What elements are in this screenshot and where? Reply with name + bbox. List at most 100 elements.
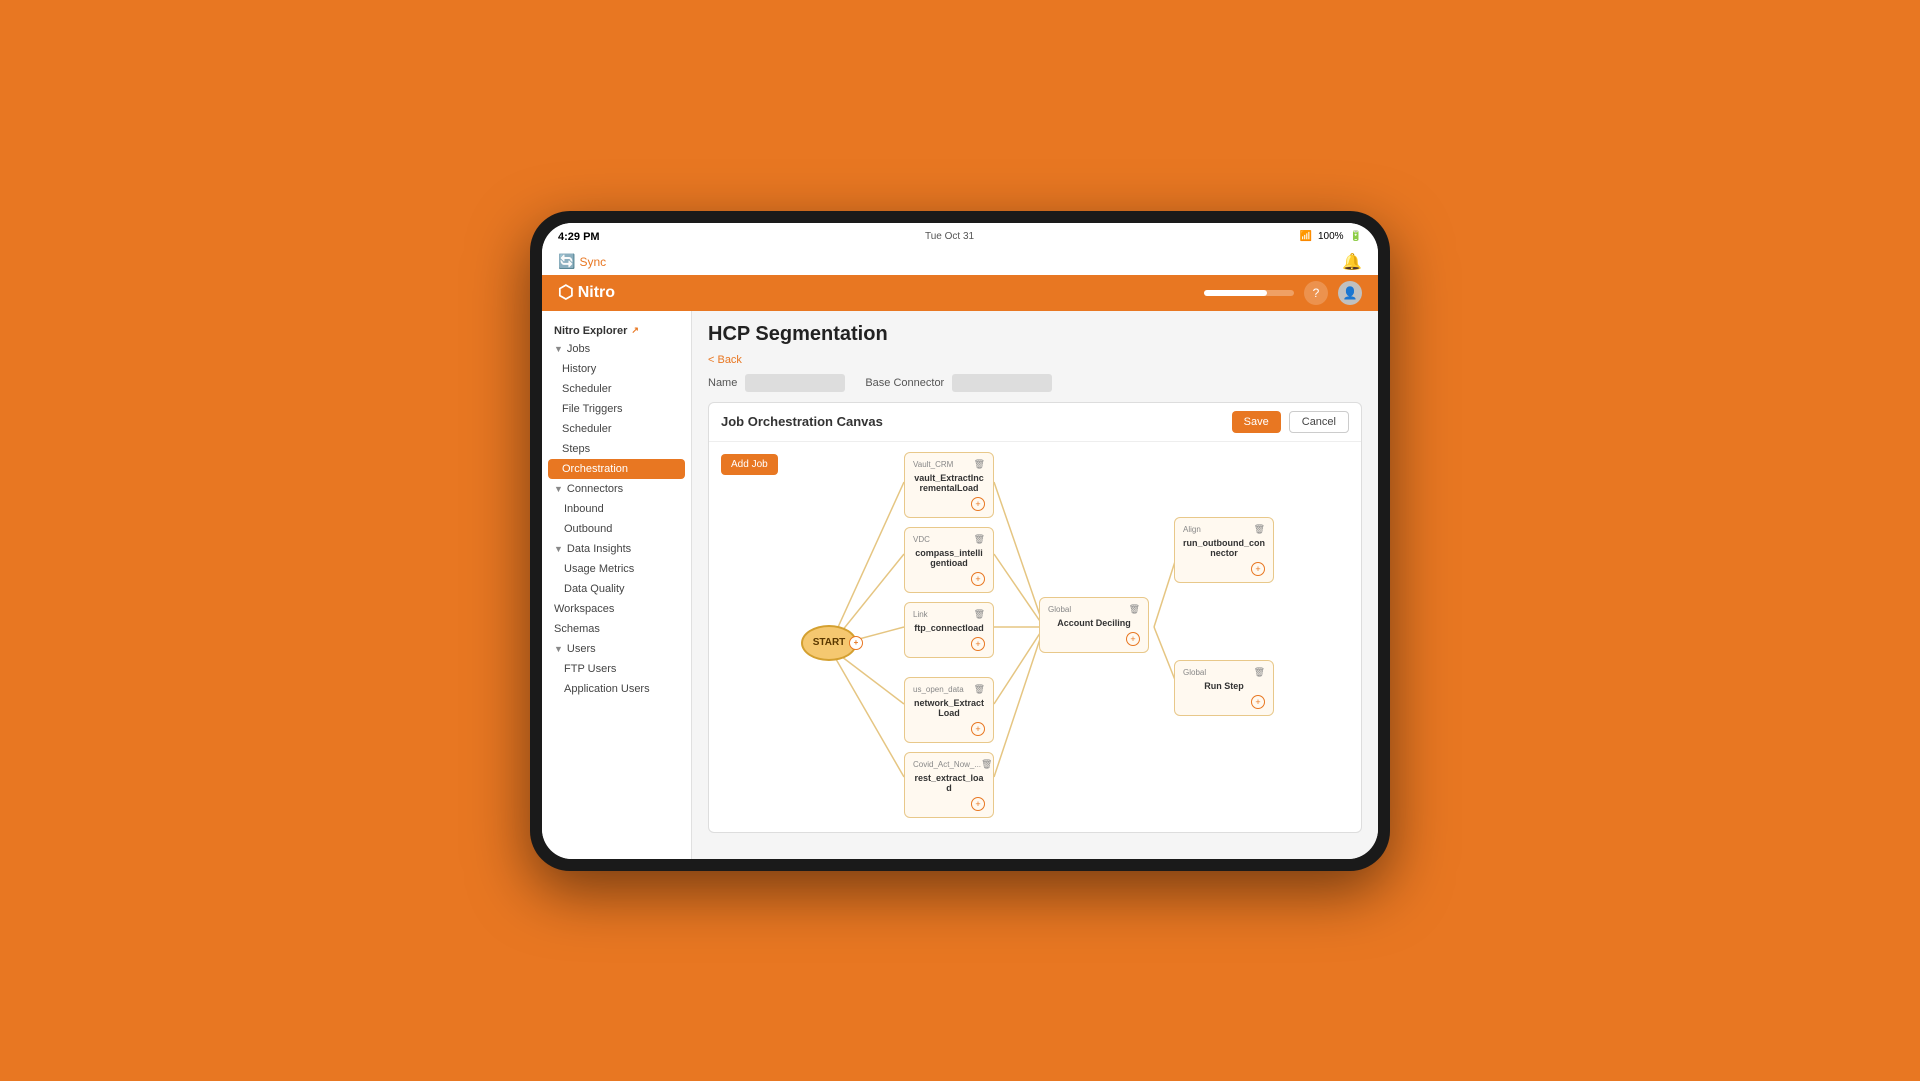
top-nav: ⬡ Nitro ? 👤 xyxy=(542,275,1378,311)
delete-us-open-icon[interactable]: 🗑 xyxy=(974,684,985,695)
bell-icon[interactable]: 🔔 xyxy=(1342,252,1362,272)
external-link-icon: ↗ xyxy=(631,325,639,336)
node-us-open-name: network_ExtractLoad xyxy=(913,698,985,718)
sidebar-item-history[interactable]: History xyxy=(542,359,691,379)
cancel-button[interactable]: Cancel xyxy=(1289,411,1349,433)
node-us-open-add[interactable]: + xyxy=(971,722,985,736)
name-label: Name xyxy=(708,377,737,389)
name-input[interactable] xyxy=(745,374,845,392)
node-vault-header: Vault_CRM 🗑 xyxy=(913,459,985,470)
node-vault: Vault_CRM 🗑 vault_ExtractIncremental​Loa… xyxy=(904,452,994,518)
node-covid-name: rest_extract_load xyxy=(913,773,985,793)
connector-field: Base Connector xyxy=(865,374,1052,392)
chevron-down-icon: ▼ xyxy=(554,344,563,354)
node-link: Link 🗑 ftp_connectload + xyxy=(904,602,994,658)
start-node[interactable]: START + xyxy=(801,625,857,661)
delete-vault-icon[interactable]: 🗑 xyxy=(974,459,985,470)
node-us-open: us_open_data 🗑 network_ExtractLoad + xyxy=(904,677,994,743)
sidebar-category-users[interactable]: ▼ Users xyxy=(542,639,691,659)
node-vdc-name: compass_intelligentioad xyxy=(913,548,985,568)
node-link-name: ftp_connectload xyxy=(913,623,985,633)
sidebar-item-file-triggers[interactable]: File Triggers xyxy=(542,399,691,419)
node-align-header: Align 🗑 xyxy=(1183,524,1265,535)
back-link[interactable]: < Back xyxy=(708,354,742,366)
chevron-down-icon-data-insights: ▼ xyxy=(554,544,563,554)
node-vdc-add[interactable]: + xyxy=(971,572,985,586)
sidebar-item-scheduler2[interactable]: Scheduler xyxy=(542,419,691,439)
node-covid-header: Covid_Act_Now_... 🗑 xyxy=(913,759,985,770)
help-icon[interactable]: ? xyxy=(1304,281,1328,305)
sync-icon: 🔄 xyxy=(558,253,575,270)
node-vault-name: vault_ExtractIncremental​Load xyxy=(913,473,985,493)
battery-label: 100% xyxy=(1318,231,1344,242)
sidebar-item-schemas[interactable]: Schemas xyxy=(542,619,691,639)
progress-bar xyxy=(1204,290,1294,296)
sidebar-category-data-insights[interactable]: ▼ Data Insights xyxy=(542,539,691,559)
status-right: 📶 100% 🔋 xyxy=(1300,231,1362,242)
node-align-label: Align xyxy=(1183,525,1201,534)
brand-logo: ⬡ Nitro xyxy=(558,282,615,303)
status-time: 4:29 PM xyxy=(558,231,600,243)
sync-label[interactable]: 🔄 Sync xyxy=(558,253,606,270)
user-avatar[interactable]: 👤 xyxy=(1338,281,1362,305)
sidebar-item-outbound[interactable]: Outbound xyxy=(542,519,691,539)
node-covid-source: Covid_Act_Now_... xyxy=(913,760,981,769)
node-link-header: Link 🗑 xyxy=(913,609,985,620)
status-bar: 4:29 PM Tue Oct 31 📶 100% 🔋 xyxy=(542,223,1378,251)
delete-link-icon[interactable]: 🗑 xyxy=(974,609,985,620)
main-area: Nitro Explorer ↗ ▼ Jobs History Schedule… xyxy=(542,311,1378,859)
canvas-actions: Save Cancel xyxy=(1232,411,1349,433)
node-vault-add[interactable]: + xyxy=(971,497,985,511)
name-field: Name xyxy=(708,374,845,392)
node-align-add[interactable]: + xyxy=(1251,562,1265,576)
sidebar-item-scheduler1[interactable]: Scheduler xyxy=(542,379,691,399)
sidebar-item-workspaces[interactable]: Workspaces xyxy=(542,599,691,619)
delete-covid-icon[interactable]: 🗑 xyxy=(981,759,992,770)
content-area: HCP Segmentation < Back Name Base Connec… xyxy=(692,311,1378,859)
node-us-open-header: us_open_data 🗑 xyxy=(913,684,985,695)
node-align: Align 🗑 run_outbound_connector + xyxy=(1174,517,1274,583)
sidebar-item-steps[interactable]: Steps xyxy=(542,439,691,459)
progress-bar-fill xyxy=(1204,290,1267,296)
delete-align-icon[interactable]: 🗑 xyxy=(1254,524,1265,535)
node-covid: Covid_Act_Now_... 🗑 rest_extract_load + xyxy=(904,752,994,818)
save-button[interactable]: Save xyxy=(1232,411,1281,433)
node-account-deciling: Global 🗑 Account Deciling + xyxy=(1039,597,1149,653)
sidebar-item-orchestration[interactable]: Orchestration xyxy=(548,459,685,479)
connector-input[interactable] xyxy=(952,374,1052,392)
sidebar-item-data-quality[interactable]: Data Quality xyxy=(542,579,691,599)
brand-name: Nitro xyxy=(578,284,615,302)
nitro-v-icon: ⬡ xyxy=(558,282,574,303)
delete-runstep-icon[interactable]: 🗑 xyxy=(1254,667,1265,678)
sidebar-item-usage-metrics[interactable]: Usage Metrics xyxy=(542,559,691,579)
node-vault-source: Vault_CRM xyxy=(913,460,953,469)
node-runstep-add[interactable]: + xyxy=(1251,695,1265,709)
sidebar-category-connectors[interactable]: ▼ Connectors xyxy=(542,479,691,499)
form-row: Name Base Connector xyxy=(708,374,1362,392)
node-us-open-source: us_open_data xyxy=(913,685,964,694)
add-job-button[interactable]: Add Job xyxy=(721,454,778,475)
chevron-down-icon-users: ▼ xyxy=(554,644,563,654)
node-global-header: Global 🗑 xyxy=(1048,604,1140,615)
user-icon: 👤 xyxy=(1343,286,1358,300)
start-add-icon[interactable]: + xyxy=(849,636,863,650)
sidebar: Nitro Explorer ↗ ▼ Jobs History Schedule… xyxy=(542,311,692,859)
node-global-add[interactable]: + xyxy=(1126,632,1140,646)
sidebar-item-ftp-users[interactable]: FTP Users xyxy=(542,659,691,679)
wifi-icon: 📶 xyxy=(1300,231,1312,242)
node-link-add[interactable]: + xyxy=(971,637,985,651)
battery-icon: 🔋 xyxy=(1350,231,1362,242)
delete-vdc-icon[interactable]: 🗑 xyxy=(974,534,985,545)
sidebar-item-application-users[interactable]: Application Users xyxy=(542,679,691,699)
connector-label: Base Connector xyxy=(865,377,944,389)
delete-global-icon[interactable]: 🗑 xyxy=(1129,604,1140,615)
node-covid-add[interactable]: + xyxy=(971,797,985,811)
start-label: START xyxy=(813,637,846,648)
node-global-label: Global xyxy=(1048,605,1071,614)
canvas-title: Job Orchestration Canvas xyxy=(721,414,883,429)
node-global-name: Account Deciling xyxy=(1048,618,1140,628)
sidebar-item-inbound[interactable]: Inbound xyxy=(542,499,691,519)
sidebar-category-jobs[interactable]: ▼ Jobs xyxy=(542,339,691,359)
page-title: HCP Segmentation xyxy=(708,323,1362,346)
sync-bar: 🔄 Sync 🔔 xyxy=(542,251,1378,275)
